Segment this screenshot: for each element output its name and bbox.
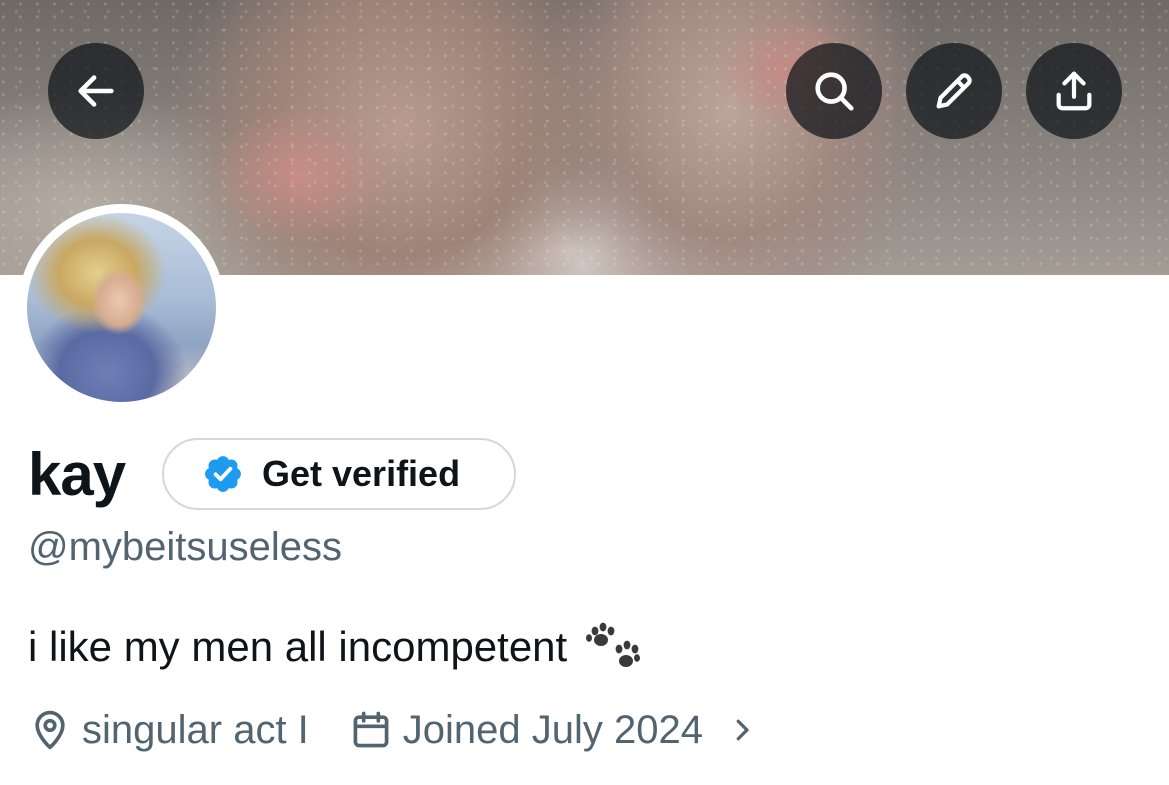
display-name: kay (28, 441, 126, 508)
location-pin-icon (35, 710, 65, 750)
bio: i like my men all incompetent (28, 620, 641, 674)
join-date[interactable]: Joined July 2024 (349, 708, 757, 753)
share-button[interactable] (1026, 43, 1122, 139)
share-upload-icon (1056, 71, 1092, 111)
search-button[interactable] (786, 43, 882, 139)
join-date-text: Joined July 2024 (402, 707, 703, 752)
profile-meta: singular act I Joined July 2024 (28, 704, 757, 756)
paw-prints-icon (586, 622, 641, 667)
get-verified-button[interactable]: Get verified (162, 438, 516, 510)
verified-badge-icon (205, 456, 241, 492)
pencil-icon (936, 73, 972, 109)
back-button[interactable] (48, 43, 144, 139)
arrow-left-icon (78, 75, 114, 107)
get-verified-label: Get verified (262, 453, 461, 494)
search-icon (815, 72, 854, 111)
chevron-right-icon (736, 719, 749, 741)
avatar[interactable] (18, 204, 225, 411)
calendar-icon (353, 711, 389, 748)
location-text: singular act I (82, 707, 309, 752)
edit-button[interactable] (906, 43, 1002, 139)
location: singular act I (28, 708, 309, 753)
avatar-image (27, 213, 216, 402)
user-handle: @mybeitsuseless (28, 525, 343, 569)
bio-text: i like my men all incompetent (28, 623, 568, 670)
